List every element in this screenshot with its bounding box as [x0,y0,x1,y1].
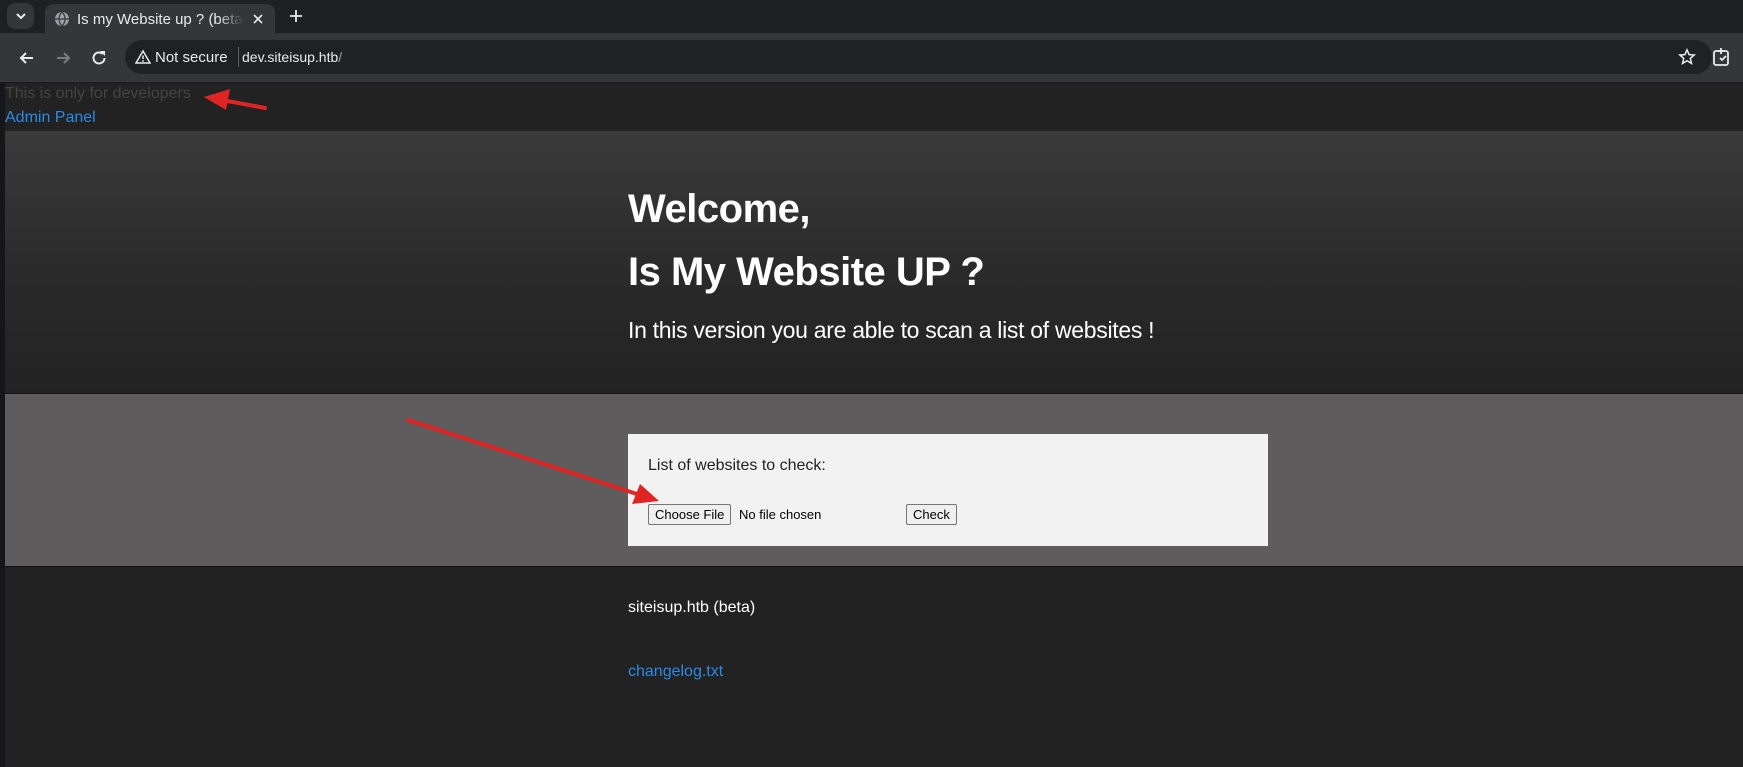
hero-lead-text: In this version you are able to scan a l… [628,317,1155,343]
close-icon[interactable] [251,12,265,26]
extension-icon[interactable] [1711,46,1733,68]
file-status-text: No file chosen [739,507,822,522]
forward-arrow-icon[interactable] [53,48,73,68]
upload-form: List of websites to check: Choose File N… [628,434,1268,546]
back-arrow-icon[interactable] [17,48,37,68]
warning-icon [135,49,151,64]
reload-icon[interactable] [89,48,109,68]
admin-panel-link[interactable]: Admin Panel [5,109,96,127]
footer-brand: siteisup.htb (beta) [628,599,756,616]
browser-tab[interactable]: Is my Website up ? (beta version) [45,4,275,33]
plus-icon[interactable] [288,8,304,24]
star-icon[interactable] [1678,48,1696,66]
browser-toolbar: Not secure dev.siteisup.htb/ [0,33,1743,83]
choose-file-button[interactable]: Choose File [648,504,732,525]
url-host: dev.siteisup.htb [242,49,339,65]
file-input-label: List of websites to check: [648,457,826,474]
url-separator [238,47,239,67]
security-status[interactable]: Not secure [155,49,228,66]
url-path: / [338,49,343,65]
developer-note: This is only for developers [5,85,191,102]
address-bar[interactable]: Not secure dev.siteisup.htb/ [125,40,1712,74]
tab-title: Is my Website up ? (beta version) [77,11,243,28]
page-title: Is My Website UP ? [628,250,985,294]
form-section: List of websites to check: Choose File N… [5,394,1743,567]
page-viewport: This is only for developers Admin Panel … [5,83,1743,767]
changelog-link[interactable]: changelog.txt [628,663,723,681]
url-text[interactable]: dev.siteisup.htb/ [242,49,342,65]
browser-tab-bar: Is my Website up ? (beta version) [0,0,1743,33]
check-button[interactable]: Check [906,504,957,525]
hero-section: Welcome, Is My Website UP ? In this vers… [5,131,1743,394]
welcome-heading: Welcome, [628,187,811,231]
globe-icon [55,11,69,27]
chevron-down-icon [15,13,26,20]
tab-search-button[interactable] [7,3,34,29]
